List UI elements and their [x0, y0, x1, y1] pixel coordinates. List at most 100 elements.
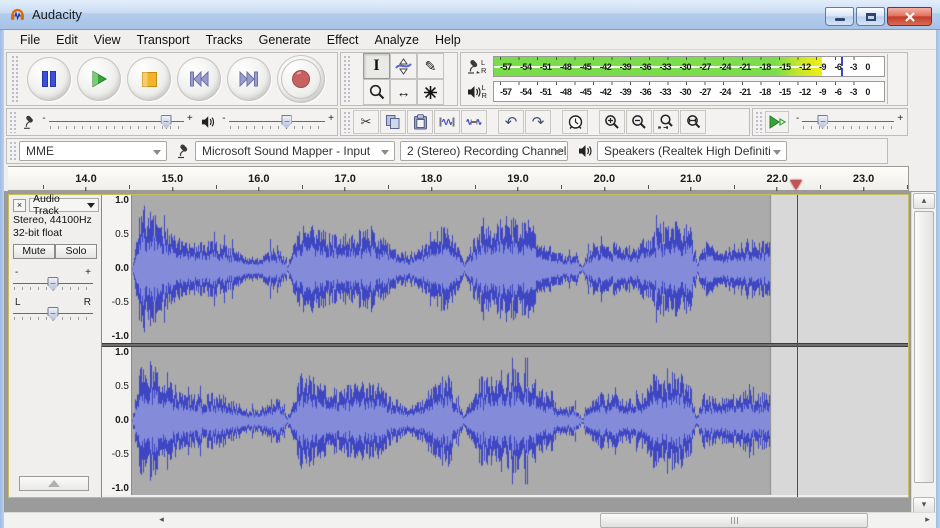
selection-tool-button[interactable]: I [363, 53, 390, 79]
meter-scale-label: -42 [599, 86, 612, 97]
mute-button[interactable]: Mute [13, 244, 55, 259]
sync-lock-tracks-button[interactable] [562, 110, 588, 134]
menu-item[interactable]: Help [427, 31, 469, 49]
toolbar-grabber[interactable] [343, 55, 350, 103]
maximize-icon [865, 12, 876, 21]
meter-scale-label: -3 [849, 86, 858, 97]
copy-button[interactable] [380, 110, 406, 134]
silence-audio-button[interactable] [461, 110, 487, 134]
zoom-in-button[interactable] [599, 110, 625, 134]
chevron-down-icon [773, 150, 781, 155]
meter-scale-label: -6 [834, 86, 842, 97]
track-close-button[interactable]: × [13, 198, 26, 212]
menu-item[interactable]: File [12, 31, 48, 49]
menu-item[interactable]: Tracks [198, 31, 251, 49]
scroll-up-button[interactable]: ▴ [913, 193, 935, 209]
channel-left: 1.0 0.5 0.0 -0.5 -1.0 [102, 195, 908, 343]
microphone-icon [468, 59, 480, 74]
recording-channels-dropdown[interactable]: 2 (Stereo) Recording Channels [400, 141, 568, 161]
playback-speed-slider[interactable] [802, 114, 895, 130]
solo-button[interactable]: Solo [55, 244, 97, 259]
input-volume-slider[interactable] [48, 114, 184, 130]
skip-to-end-button[interactable] [227, 57, 271, 101]
meter-scale-label: -42 [599, 61, 612, 72]
recording-meter[interactable]: L R -57 -54 -51 -48 -45 -42 -39 -36 -33 -30 -27 -24… [463, 54, 905, 79]
menu-item[interactable]: View [86, 31, 129, 49]
zoom-out-button[interactable] [626, 110, 652, 134]
edit-toolbar: ✂ ↶ ↷ [340, 108, 750, 136]
output-volume-slider[interactable] [228, 114, 326, 130]
multi-tool-button[interactable] [417, 79, 444, 105]
toolbar-grabber[interactable] [343, 111, 350, 133]
horizontal-scrollbar-thumb[interactable] [600, 513, 868, 528]
menu-item[interactable]: Effect [319, 31, 367, 49]
audio-host-dropdown[interactable]: MME [19, 141, 167, 161]
playback-meter-bar[interactable]: -57 -54 -51 -48 -45 -42 -39 -36 -33 -30 -27 -24 -21-… [493, 81, 885, 102]
toolbar-grabber[interactable] [9, 111, 16, 133]
meter-scale-label: -36 [639, 86, 652, 97]
fit-project-button[interactable] [680, 110, 706, 134]
gain-slider[interactable] [13, 276, 93, 291]
pause-button[interactable] [27, 57, 71, 101]
waveform-right-wrap [132, 347, 908, 495]
meter-scale-label: -57 [500, 86, 512, 97]
horizontal-scrollbar[interactable]: ◂ ▸ [4, 512, 936, 528]
waveform-right[interactable] [132, 347, 908, 495]
scroll-down-button[interactable]: ▾ [913, 497, 935, 513]
titlebar[interactable]: Audacity [0, 0, 940, 30]
trim-audio-button[interactable] [434, 110, 460, 134]
toolbar-grabber[interactable] [11, 55, 18, 103]
transport-toolbar [6, 52, 338, 106]
draw-tool-button[interactable]: ✎ [417, 53, 444, 79]
time-shift-tool-button[interactable]: ↔ [390, 79, 417, 105]
close-button[interactable] [887, 7, 932, 26]
recording-device-dropdown[interactable]: Microsoft Sound Mapper - Input [195, 141, 395, 161]
paste-button[interactable] [407, 110, 433, 134]
playback-device-dropdown[interactable]: Speakers (Realtek High Definiti [597, 141, 787, 161]
envelope-tool-button[interactable] [390, 53, 417, 79]
menu-item[interactable]: Edit [48, 31, 86, 49]
play-at-speed-button[interactable] [765, 111, 789, 133]
toolbar-grabber[interactable] [9, 141, 16, 161]
waveform-left[interactable] [132, 195, 908, 343]
collapse-arrow-icon [48, 480, 60, 487]
menu-item[interactable]: Transport [129, 31, 198, 49]
redo-button[interactable]: ↷ [525, 110, 551, 134]
skip-to-start-button[interactable] [177, 57, 221, 101]
track-area-background[interactable]: × Audio Track Stereo, 44100Hz 32-bit flo… [4, 191, 936, 512]
clock-icon [568, 114, 582, 129]
pan-slider[interactable] [13, 306, 93, 321]
audio-track: × Audio Track Stereo, 44100Hz 32-bit flo… [8, 193, 909, 498]
scroll-right-button[interactable]: ▸ [919, 513, 936, 528]
track-format-info: Stereo, 44100Hz [13, 214, 92, 226]
vertical-ruler[interactable]: 1.0 0.5 0.0 -0.5 -1.0 [102, 195, 132, 343]
playback-meter[interactable]: L R -57 -54 -51 -48 -45 -42 -39 -36 -33 -30 -27 -24… [463, 79, 905, 104]
scroll-left-button[interactable]: ◂ [153, 513, 170, 528]
cut-button[interactable]: ✂ [353, 110, 379, 134]
skip-to-end-icon [239, 71, 258, 87]
vertical-scrollbar-thumb[interactable] [914, 211, 934, 483]
toolbar-grabber[interactable] [755, 111, 762, 133]
zoom-tool-button[interactable] [363, 79, 390, 105]
record-button[interactable] [277, 55, 325, 103]
track-collapse-button[interactable] [19, 476, 89, 491]
meter-resizer[interactable] [887, 79, 905, 104]
meter-resizer[interactable] [887, 54, 905, 79]
recording-meter-bar[interactable]: -57 -54 -51 -48 -45 -42 -39 -36 -33 -30 -27 -24 -21-… [493, 56, 885, 77]
timeline-ruler[interactable]: 14.0 15.0 16.0 17.0 18.0 19.0 20.0 21.0 22.0 23.0 [8, 166, 909, 191]
meter-scale-label: -27 [699, 86, 711, 97]
menu-item[interactable]: Generate [251, 31, 319, 49]
maximize-button[interactable] [856, 7, 885, 26]
play-button[interactable] [77, 57, 121, 101]
vertical-ruler-label: -1.0 [111, 331, 129, 342]
vertical-scrollbar[interactable]: ▴ ▾ [911, 192, 936, 514]
minimize-button[interactable] [825, 7, 854, 26]
timeline-half-tick [474, 185, 476, 189]
menu-item[interactable]: Analyze [367, 31, 427, 49]
fit-selection-button[interactable] [653, 110, 679, 134]
track-menu-button[interactable]: Audio Track [29, 193, 99, 217]
stop-button[interactable] [127, 57, 171, 101]
timeline-half-tick [388, 185, 390, 189]
vertical-ruler[interactable]: 1.0 0.5 0.0 -0.5 -1.0 [102, 347, 132, 495]
undo-button[interactable]: ↶ [498, 110, 524, 134]
